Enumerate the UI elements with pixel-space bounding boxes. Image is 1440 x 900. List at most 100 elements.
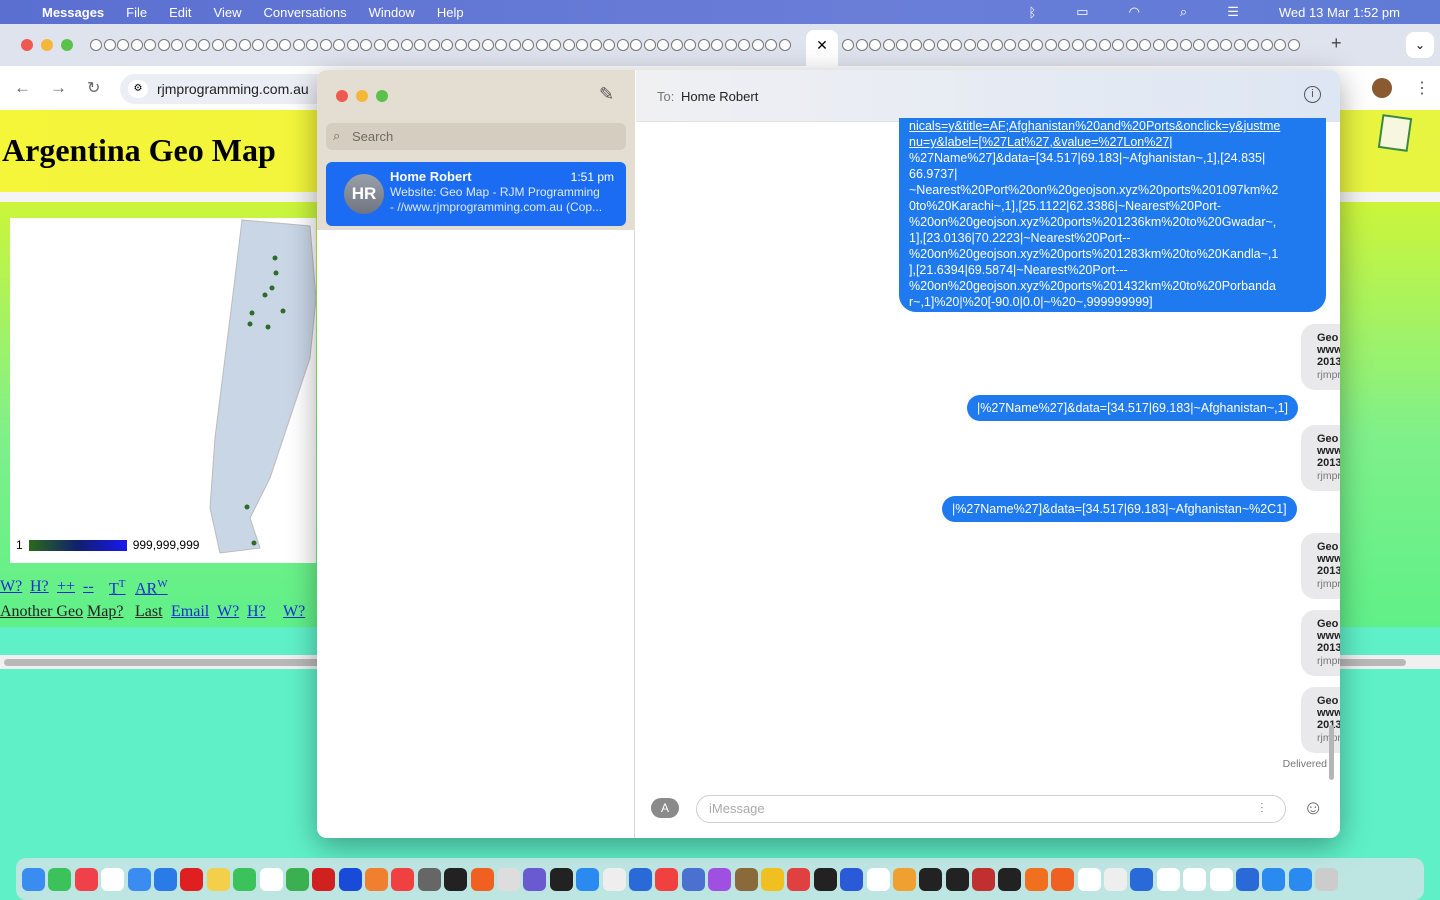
tab-favicon-icon[interactable]: [522, 39, 534, 51]
message-line[interactable]: %27Name%27]&data=[34.517|69.183|~Afghani…: [909, 150, 1316, 166]
tab-favicon-icon[interactable]: [842, 39, 854, 51]
tab-favicon-icon[interactable]: [1139, 39, 1151, 51]
link-preview[interactable]: Geo Map - RJM Programming - //www.rjmpro…: [1301, 324, 1340, 390]
menu-help[interactable]: Help: [437, 5, 464, 20]
tab-favicon-icon[interactable]: [306, 39, 318, 51]
tab-favicon-icon[interactable]: [1179, 39, 1192, 51]
dock-app-icon[interactable]: [233, 867, 257, 891]
tab-favicon-icon[interactable]: [1247, 39, 1259, 51]
link-another-geo[interactable]: Another Geo: [0, 603, 83, 621]
message-bubble[interactable]: |%27Name%27]&data=[34.517|69.183|~Afghan…: [942, 496, 1297, 522]
message-line[interactable]: r~,1]%20|%20[-90.0|0.0|~%20~,999999999]: [909, 294, 1316, 310]
tab-favicon-icon[interactable]: [896, 39, 908, 51]
tab-favicon-icon[interactable]: [963, 39, 976, 51]
link-w[interactable]: W?: [0, 578, 22, 596]
battery-icon[interactable]: ▭: [1076, 4, 1088, 20]
tab-favicon-icon[interactable]: [427, 39, 440, 51]
browser-close-button[interactable]: [21, 39, 33, 51]
notepad-icon[interactable]: [1377, 114, 1413, 152]
close-tab-icon[interactable]: ✕: [816, 37, 828, 53]
tab-strip-left[interactable]: [90, 38, 805, 52]
dock-app-icon[interactable]: [391, 867, 415, 891]
site-settings-icon[interactable]: ⚙: [128, 80, 148, 98]
tab-favicon-icon[interactable]: [684, 39, 696, 51]
tab-favicon-icon[interactable]: [765, 39, 777, 51]
conversation-item[interactable]: HR Home Robert 1:51 pm Website: Geo Map …: [326, 162, 626, 226]
window-close-button[interactable]: [336, 90, 348, 102]
link-w2[interactable]: W?: [217, 603, 239, 621]
tab-favicon-icon[interactable]: [697, 39, 710, 51]
tab-favicon-icon[interactable]: [1260, 39, 1273, 51]
messages-scrollbar[interactable]: [1329, 725, 1334, 780]
tab-favicon-icon[interactable]: [990, 39, 1003, 51]
dock-app-icon[interactable]: [312, 867, 336, 891]
link-plus[interactable]: ++: [57, 578, 75, 596]
dock-app-icon[interactable]: [1077, 867, 1101, 891]
emoji-icon[interactable]: ☺: [1303, 797, 1323, 820]
tab-favicon-icon[interactable]: [1004, 39, 1016, 51]
tab-favicon-icon[interactable]: [711, 39, 723, 51]
message-line[interactable]: 1],[23.0136|70.2223|~Nearest%20Port--: [909, 230, 1316, 246]
tab-favicon-icon[interactable]: [923, 39, 935, 51]
tab-favicon-icon[interactable]: [855, 39, 868, 51]
tab-favicon-icon[interactable]: [333, 39, 345, 51]
dock-app-icon[interactable]: [813, 867, 837, 891]
message-line[interactable]: %20on%20geojson.xyz%20ports%201236km%20t…: [909, 214, 1316, 230]
tab-favicon-icon[interactable]: [454, 39, 467, 51]
tab-favicon-icon[interactable]: [1152, 39, 1165, 51]
dock-app-icon[interactable]: [1315, 867, 1339, 891]
spotlight-search-icon[interactable]: ⌕: [1180, 4, 1187, 20]
dock-app-icon[interactable]: [708, 867, 732, 891]
dock-app-icon[interactable]: [760, 867, 784, 891]
tab-favicon-icon[interactable]: [1085, 39, 1097, 51]
tab-favicon-icon[interactable]: [751, 39, 764, 51]
dock-app-icon[interactable]: [549, 867, 573, 891]
tab-favicon-icon[interactable]: [977, 39, 989, 51]
tab-favicon-icon[interactable]: [481, 39, 494, 51]
tab-favicon-icon[interactable]: [1220, 39, 1232, 51]
dock-app-icon[interactable]: [1262, 867, 1286, 891]
audio-waveform-icon[interactable]: ⫶: [1260, 800, 1264, 817]
message-line[interactable]: nicals=y&title=AF;Afghanistan%20and%20Po…: [909, 118, 1316, 134]
dock-app-icon[interactable]: [998, 867, 1022, 891]
browser-minimize-button[interactable]: [41, 39, 53, 51]
tab-favicon-icon[interactable]: [292, 39, 305, 51]
link-h2[interactable]: H?: [247, 603, 266, 621]
dock-app-icon[interactable]: [127, 867, 151, 891]
dock-app-icon[interactable]: [101, 867, 125, 891]
tab-favicon-icon[interactable]: [643, 39, 656, 51]
control-center-icon[interactable]: ☰: [1227, 4, 1239, 20]
message-line[interactable]: %20on%20geojson.xyz%20ports%201283km%20t…: [909, 246, 1316, 262]
tab-favicon-icon[interactable]: [616, 39, 629, 51]
tab-favicon-icon[interactable]: [346, 39, 359, 51]
dock-app-icon[interactable]: [919, 867, 943, 891]
dock-app-icon[interactable]: [48, 867, 72, 891]
dock-app-icon[interactable]: [972, 867, 996, 891]
message-line[interactable]: ],[21.6394|69.5874|~Nearest%20Port---: [909, 262, 1316, 278]
profile-avatar[interactable]: [1372, 78, 1392, 98]
link-preview[interactable]: Geo Map - RJM Programming - //www.rjmpro…: [1301, 533, 1340, 599]
tab-favicon-icon[interactable]: [184, 39, 197, 51]
tab-favicon-icon[interactable]: [252, 39, 264, 51]
tab-favicon-icon[interactable]: [265, 39, 278, 51]
recipient-name[interactable]: Home Robert: [681, 89, 758, 104]
tab-favicon-icon[interactable]: [1098, 39, 1111, 51]
app-store-icon[interactable]: A: [651, 798, 679, 818]
link-preview[interactable]: Geo Map - RJM Programming - //www.rjmpro…: [1301, 687, 1340, 753]
active-tab[interactable]: ✕: [806, 30, 838, 66]
message-line[interactable]: 0to%20Karachi~,1],[25.1122|62.3386|~Near…: [909, 198, 1316, 214]
menu-edit[interactable]: Edit: [169, 5, 191, 20]
message-line[interactable]: 66.9737|: [909, 166, 1316, 182]
tab-favicon-icon[interactable]: [360, 39, 372, 51]
dock-app-icon[interactable]: [1024, 867, 1048, 891]
tab-favicon-icon[interactable]: [657, 39, 669, 51]
tab-favicon-icon[interactable]: [117, 39, 129, 51]
dock-app-icon[interactable]: [470, 867, 494, 891]
tab-favicon-icon[interactable]: [279, 39, 291, 51]
dock-app-icon[interactable]: [576, 867, 600, 891]
tab-favicon-icon[interactable]: [1274, 39, 1286, 51]
message-line[interactable]: ~Nearest%20Port%20on%20geojson.xyz%20por…: [909, 182, 1316, 198]
link-map[interactable]: Map?: [87, 603, 123, 621]
tab-favicon-icon[interactable]: [1112, 39, 1124, 51]
window-zoom-button[interactable]: [376, 90, 388, 102]
